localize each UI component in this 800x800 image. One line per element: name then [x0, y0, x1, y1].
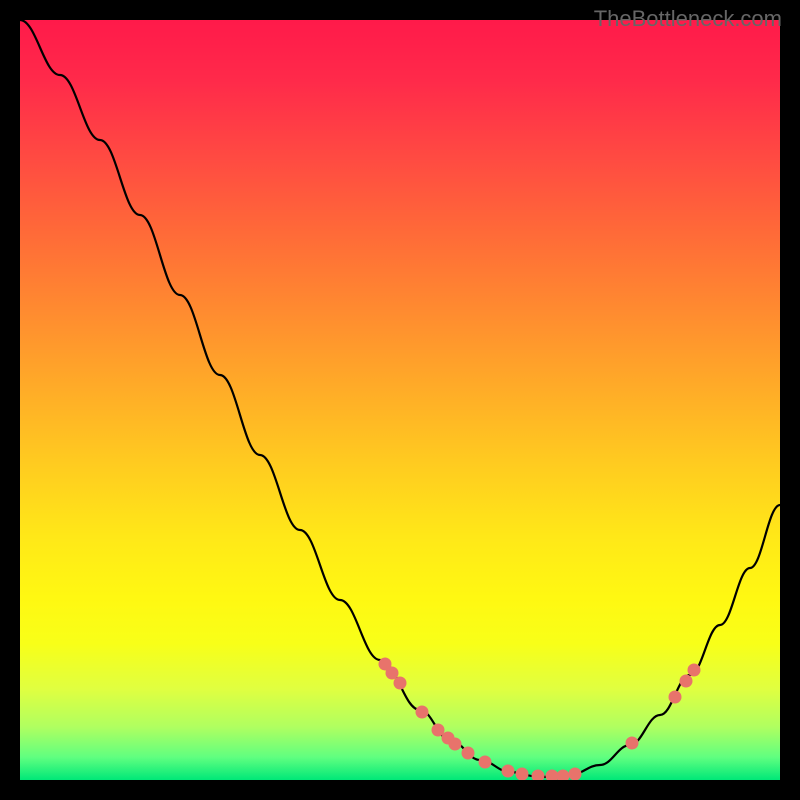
data-point	[462, 747, 475, 760]
data-point	[680, 675, 693, 688]
data-point	[569, 768, 582, 781]
data-point	[546, 770, 559, 781]
bottleneck-curve	[20, 20, 780, 777]
chart-svg	[20, 20, 780, 780]
data-point	[532, 770, 545, 781]
data-point	[688, 664, 701, 677]
chart-plot-area	[20, 20, 780, 780]
data-point	[449, 738, 462, 751]
data-point	[416, 706, 429, 719]
data-point	[394, 677, 407, 690]
data-point	[502, 765, 515, 778]
data-point	[479, 756, 492, 769]
data-point	[626, 737, 639, 750]
data-point	[557, 770, 570, 781]
data-point	[669, 691, 682, 704]
watermark-text: TheBottleneck.com	[594, 6, 782, 32]
data-point	[516, 768, 529, 781]
